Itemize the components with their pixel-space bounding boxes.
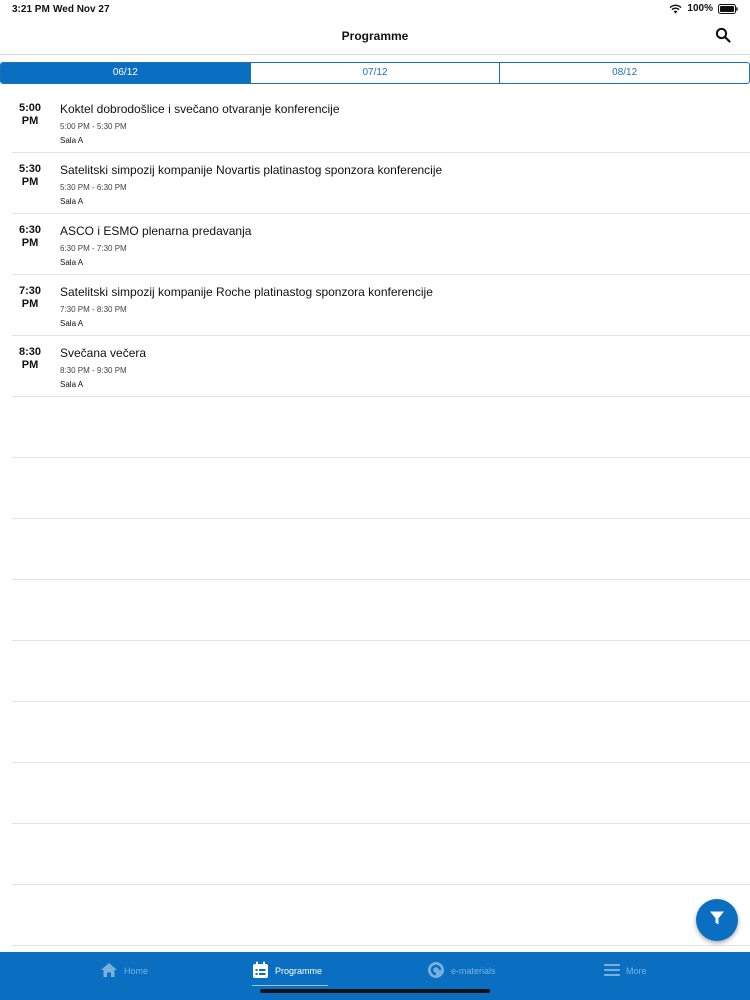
session-title: ASCO i ESMO plenarna predavanja xyxy=(60,224,252,238)
tab-e-materials-label: e-materials xyxy=(451,966,496,976)
session-time-range: 5:00 PM - 5:30 PM xyxy=(60,122,127,131)
session-start-time: 8:30 PM xyxy=(12,346,48,372)
session-time-hm: 8:30 xyxy=(18,346,42,358)
session-time-range: 7:30 PM - 8:30 PM xyxy=(60,305,127,314)
session-time-ampm: PM xyxy=(21,176,39,188)
empty-row xyxy=(12,519,750,580)
session-row[interactable]: 5:00 PM Koktel dobrodošlice i svečano ot… xyxy=(12,92,750,153)
session-row[interactable]: 6:30 PM ASCO i ESMO plenarna predavanja … xyxy=(12,214,750,275)
session-time-range: 8:30 PM - 9:30 PM xyxy=(60,366,127,375)
session-row[interactable]: 5:30 PM Satelitski simpozij kompanije No… xyxy=(12,153,750,214)
session-time-range: 6:30 PM - 7:30 PM xyxy=(60,244,127,253)
navigation-bar: Programme xyxy=(0,20,750,55)
session-title: Satelitski simpozij kompanije Novartis p… xyxy=(60,163,443,177)
date-segmented-control: 06/12 07/12 08/12 xyxy=(0,62,750,84)
tab-home-label: Home xyxy=(124,966,149,976)
session-title: Koktel dobrodošlice i svečano otvaranje … xyxy=(60,102,340,116)
session-start-time: 5:30 PM xyxy=(12,163,48,189)
session-time-ampm: PM xyxy=(21,298,39,310)
session-time-hm: 7:30 xyxy=(18,285,42,297)
session-time-hm: 5:30 xyxy=(18,163,42,175)
tab-programme-label: Programme xyxy=(275,966,323,976)
empty-row xyxy=(12,885,750,946)
session-row[interactable]: 7:30 PM Satelitski simpozij kompanije Ro… xyxy=(12,275,750,336)
empty-row xyxy=(12,397,750,458)
home-indicator[interactable] xyxy=(260,989,490,993)
session-time-ampm: PM xyxy=(21,115,39,127)
session-room: Sala A xyxy=(60,258,84,267)
home-icon xyxy=(100,962,118,980)
search-icon xyxy=(715,27,731,48)
empty-row xyxy=(12,702,750,763)
battery-icon xyxy=(718,3,738,14)
filter-icon xyxy=(708,909,726,932)
empty-row xyxy=(12,458,750,519)
session-title: Satelitski simpozij kompanije Roche plat… xyxy=(60,285,433,299)
empty-row xyxy=(12,641,750,702)
tab-programme[interactable]: Programme xyxy=(252,960,329,986)
status-time: 3:21 PM xyxy=(12,4,50,15)
session-start-time: 6:30 PM xyxy=(12,224,48,250)
empty-row xyxy=(12,824,750,885)
session-time-range: 5:30 PM - 6:30 PM xyxy=(60,183,127,192)
empty-row xyxy=(12,580,750,641)
empty-row xyxy=(12,763,750,824)
menu-icon xyxy=(604,963,620,979)
status-bar: 3:21 PM Wed Nov 27 100% xyxy=(0,0,750,20)
session-room: Sala A xyxy=(60,197,84,206)
status-indicators: 100% xyxy=(669,3,738,14)
wifi-icon xyxy=(669,4,682,14)
session-list: 5:00 PM Koktel dobrodošlice i svečano ot… xyxy=(12,92,750,946)
page-title: Programme xyxy=(341,29,409,43)
session-title: Svečana večera xyxy=(60,346,147,360)
date-tab-08-12[interactable]: 08/12 xyxy=(499,63,749,83)
calendar-icon xyxy=(252,961,269,981)
session-start-time: 7:30 PM xyxy=(12,285,48,311)
session-room: Sala A xyxy=(60,380,84,389)
session-time-hm: 6:30 xyxy=(18,224,42,236)
session-time-ampm: PM xyxy=(21,359,39,371)
session-time-ampm: PM xyxy=(21,237,39,249)
programme-screen: 3:21 PM Wed Nov 27 100% Programme 06/12 … xyxy=(0,0,750,1000)
date-tab-07-12[interactable]: 07/12 xyxy=(249,63,500,83)
tab-more-label: More xyxy=(626,966,647,976)
tab-more[interactable]: More xyxy=(604,960,647,982)
search-button[interactable] xyxy=(712,26,734,48)
tab-e-materials[interactable]: e-materials xyxy=(427,960,496,982)
session-start-time: 5:00 PM xyxy=(12,102,48,128)
session-room: Sala A xyxy=(60,319,84,328)
filter-button[interactable] xyxy=(696,899,738,941)
status-date: Wed Nov 27 xyxy=(53,4,110,15)
tab-home[interactable]: Home xyxy=(100,960,148,982)
session-row[interactable]: 8:30 PM Svečana večera 8:30 PM - 9:30 PM… xyxy=(12,336,750,397)
e-materials-icon xyxy=(427,961,445,981)
date-tab-06-12[interactable]: 06/12 xyxy=(1,63,250,83)
session-time-hm: 5:00 xyxy=(18,102,42,114)
session-room: Sala A xyxy=(60,136,84,145)
battery-level: 100% xyxy=(687,3,713,14)
